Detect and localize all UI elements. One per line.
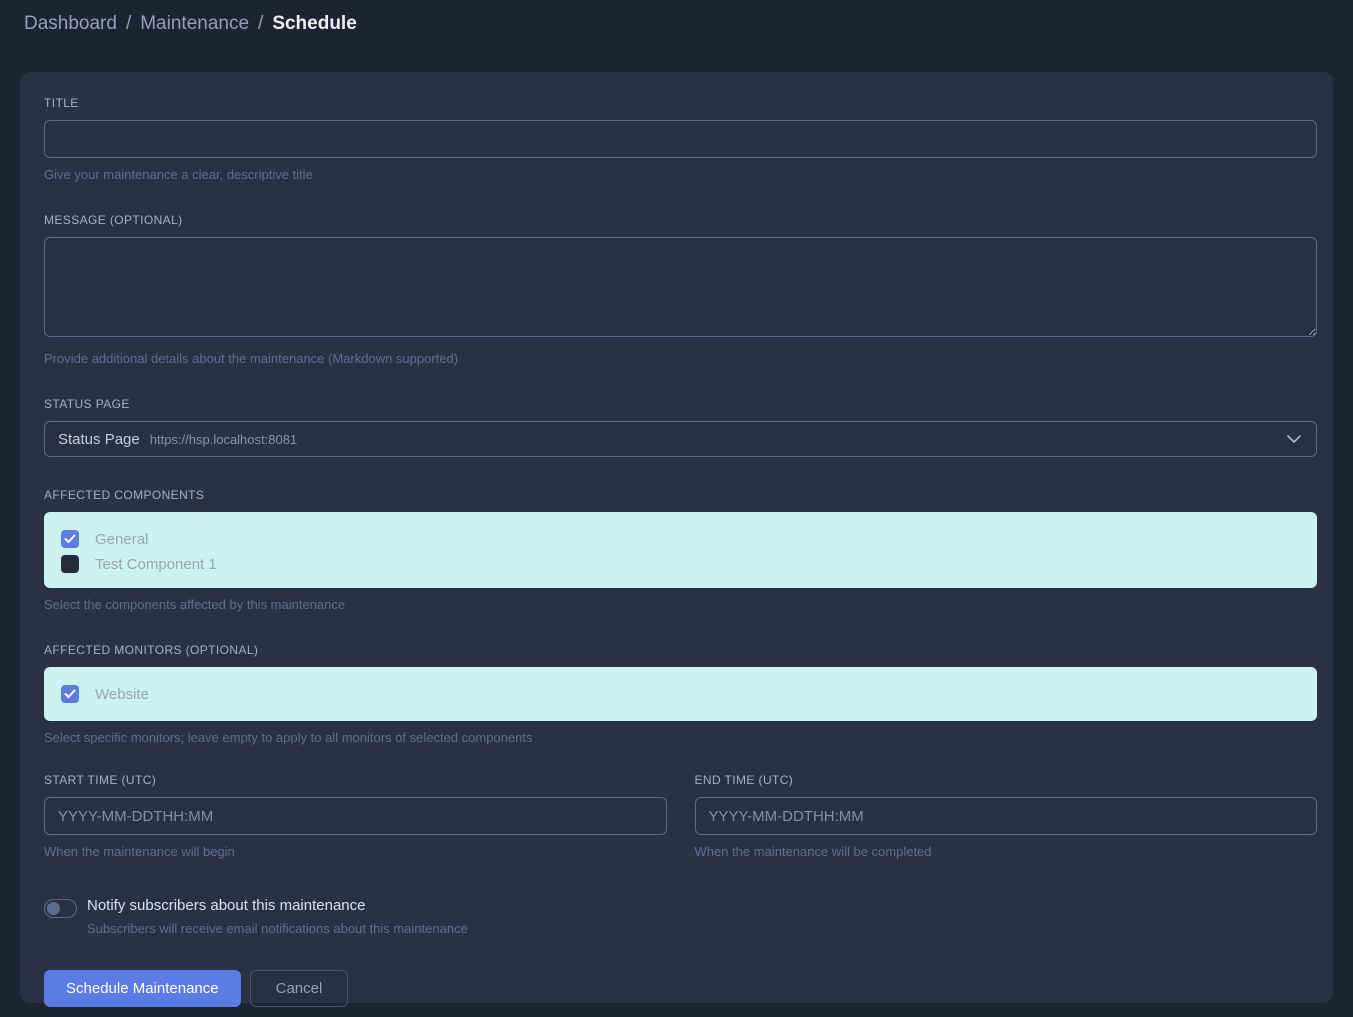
message-group: MESSAGE (OPTIONAL) Provide additional de… bbox=[44, 213, 1317, 366]
notify-label[interactable]: Notify subscribers about this maintenanc… bbox=[87, 897, 468, 914]
status-page-select[interactable]: Status Page https://hsp.localhost:8081 bbox=[44, 421, 1317, 457]
affected-monitors-label: AFFECTED MONITORS (OPTIONAL) bbox=[44, 643, 1317, 657]
affected-components-helper: Select the components affected by this m… bbox=[44, 597, 1317, 612]
form-actions: Schedule Maintenance Cancel bbox=[44, 970, 1317, 1007]
message-textarea[interactable] bbox=[44, 237, 1317, 337]
affected-monitors-helper: Select specific monitors; leave empty to… bbox=[44, 730, 1317, 745]
affected-components-group: AFFECTED COMPONENTS General Test Compone… bbox=[44, 488, 1317, 612]
status-page-selected-url: https://hsp.localhost:8081 bbox=[150, 432, 297, 447]
notify-toggle-row: Notify subscribers about this maintenanc… bbox=[44, 897, 1317, 936]
start-time-group: START TIME (UTC) When the maintenance wi… bbox=[44, 773, 667, 859]
breadcrumb-separator: / bbox=[126, 13, 131, 35]
message-helper: Provide additional details about the mai… bbox=[44, 351, 1317, 366]
title-group: TITLE Give your maintenance a clear, des… bbox=[44, 96, 1317, 182]
start-time-label: START TIME (UTC) bbox=[44, 773, 667, 787]
checkbox-test-component-1[interactable] bbox=[61, 555, 79, 573]
schedule-maintenance-form-card: TITLE Give your maintenance a clear, des… bbox=[20, 72, 1333, 1003]
notify-texts: Notify subscribers about this maintenanc… bbox=[87, 897, 468, 936]
end-time-label: END TIME (UTC) bbox=[695, 773, 1318, 787]
status-page-group: STATUS PAGE Status Page https://hsp.loca… bbox=[44, 397, 1317, 457]
top-bar: Dashboard / Maintenance / Schedule bbox=[0, 0, 1353, 48]
title-helper: Give your maintenance a clear, descripti… bbox=[44, 167, 1317, 182]
component-option-general[interactable]: General bbox=[61, 527, 1301, 551]
check-icon bbox=[64, 534, 76, 544]
monitor-option-website[interactable]: Website bbox=[61, 682, 1301, 706]
start-time-input[interactable] bbox=[44, 797, 667, 835]
checkbox-website[interactable] bbox=[61, 685, 79, 703]
affected-monitors-panel: Website bbox=[44, 667, 1317, 721]
breadcrumb-maintenance[interactable]: Maintenance bbox=[140, 13, 249, 35]
breadcrumb: Dashboard / Maintenance / Schedule bbox=[24, 13, 357, 35]
title-label: TITLE bbox=[44, 96, 1317, 110]
start-time-helper: When the maintenance will begin bbox=[44, 844, 667, 859]
component-option-test-component-1[interactable]: Test Component 1 bbox=[61, 552, 1301, 576]
cancel-button[interactable]: Cancel bbox=[250, 970, 349, 1007]
message-label: MESSAGE (OPTIONAL) bbox=[44, 213, 1317, 227]
checkbox-general[interactable] bbox=[61, 530, 79, 548]
schedule-maintenance-button[interactable]: Schedule Maintenance bbox=[44, 970, 241, 1007]
title-input[interactable] bbox=[44, 120, 1317, 158]
monitor-option-label: Website bbox=[95, 686, 149, 703]
page-title: Schedule bbox=[272, 13, 356, 35]
time-row: START TIME (UTC) When the maintenance wi… bbox=[44, 773, 1317, 859]
notify-toggle[interactable] bbox=[44, 899, 77, 918]
status-page-selected-name: Status Page bbox=[58, 431, 140, 448]
affected-components-panel: General Test Component 1 bbox=[44, 512, 1317, 588]
end-time-input[interactable] bbox=[695, 797, 1318, 835]
status-page-label: STATUS PAGE bbox=[44, 397, 1317, 411]
component-option-label: General bbox=[95, 531, 148, 548]
check-icon bbox=[64, 689, 76, 699]
affected-monitors-group: AFFECTED MONITORS (OPTIONAL) Website Sel… bbox=[44, 643, 1317, 745]
chevron-down-icon bbox=[1287, 435, 1301, 443]
component-option-label: Test Component 1 bbox=[95, 556, 217, 573]
end-time-group: END TIME (UTC) When the maintenance will… bbox=[695, 773, 1318, 859]
end-time-helper: When the maintenance will be completed bbox=[695, 844, 1318, 859]
breadcrumb-separator: / bbox=[258, 13, 263, 35]
notify-helper: Subscribers will receive email notificat… bbox=[87, 921, 468, 936]
affected-components-label: AFFECTED COMPONENTS bbox=[44, 488, 1317, 502]
toggle-knob-icon bbox=[47, 902, 60, 915]
breadcrumb-dashboard[interactable]: Dashboard bbox=[24, 13, 117, 35]
